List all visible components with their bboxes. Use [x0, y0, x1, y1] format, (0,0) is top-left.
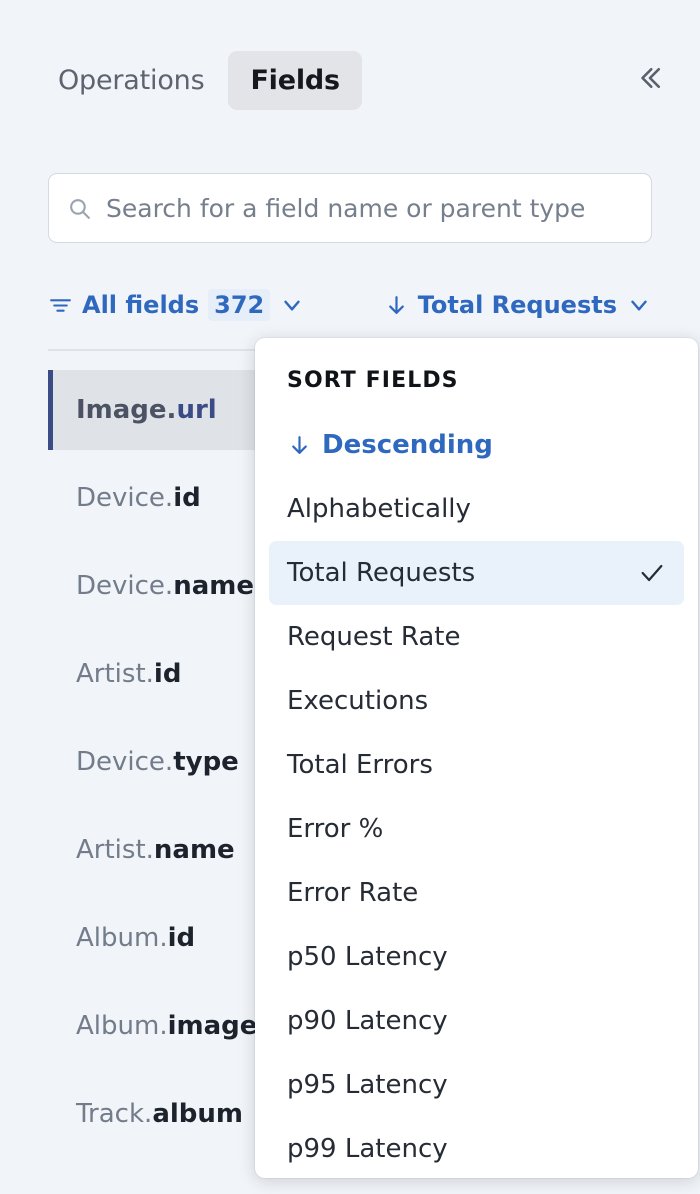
sort-menu-item-label: Alphabetically: [287, 494, 471, 524]
sort-menu-item[interactable]: p90 Latency: [269, 989, 684, 1053]
field-name: id: [167, 923, 196, 953]
sort-menu-item[interactable]: Error Rate: [269, 861, 684, 925]
tab-fields[interactable]: Fields: [228, 50, 362, 110]
field-parent-type: Track.: [76, 1099, 153, 1129]
field-name: name: [153, 835, 235, 865]
arrow-down-icon: [287, 433, 312, 458]
sort-menu-item-label: Error %: [287, 814, 384, 844]
sort-menu-item[interactable]: Descending: [269, 413, 684, 477]
sort-menu-item-label: Descending: [322, 430, 493, 460]
all-fields-filter-button[interactable]: All fields 372: [48, 289, 305, 321]
sort-menu-item[interactable]: p50 Latency: [269, 925, 684, 989]
field-parent-type: Device.: [76, 571, 174, 601]
sort-menu-items: Descending Alphabetically Total Requests Re…: [269, 413, 684, 1178]
chevron-down-icon: [279, 292, 305, 318]
chevron-down-icon: [626, 292, 652, 318]
all-fields-label: All fields: [82, 291, 200, 319]
sort-menu-item-label: Error Rate: [287, 878, 419, 908]
field-count-badge: 372: [208, 289, 271, 321]
sort-menu-item-label: p99 Latency: [287, 1134, 448, 1164]
sort-menu-item-label: Total Errors: [287, 750, 433, 780]
field-parent-type: Artist.: [76, 835, 154, 865]
field-name: id: [173, 483, 201, 513]
search-input[interactable]: [106, 193, 633, 223]
field-name: url: [176, 395, 217, 425]
field-parent-type: Device.: [76, 483, 174, 513]
arrow-down-icon: [384, 293, 409, 318]
sort-menu-item[interactable]: Executions: [269, 669, 684, 733]
field-name: type: [173, 747, 239, 777]
field-parent-type: Artist.: [76, 659, 154, 689]
sort-fields-menu: SORT FIELDS Descending Alphabetically Tota…: [255, 338, 698, 1178]
field-name: image: [167, 1011, 258, 1041]
sort-menu-item-label: p50 Latency: [287, 942, 448, 972]
sort-by-label: Total Requests: [417, 291, 617, 319]
chevron-double-left-icon: [635, 63, 665, 97]
sort-menu-item[interactable]: Request Rate: [269, 605, 684, 669]
filter-sort-bar: All fields 372 Total Requests: [48, 282, 652, 328]
sort-by-button[interactable]: Total Requests: [384, 291, 652, 319]
search-icon: [67, 196, 92, 221]
sort-menu-title: SORT FIELDS: [287, 368, 459, 393]
sort-menu-item-label: p95 Latency: [287, 1070, 448, 1100]
field-name: name: [173, 571, 254, 601]
sort-menu-item[interactable]: p99 Latency: [269, 1117, 684, 1178]
panel-header: Operations Fields: [0, 0, 700, 160]
sort-menu-item-label: Executions: [287, 686, 429, 716]
sort-menu-item-label: Total Requests: [287, 558, 476, 588]
collapse-panel-button[interactable]: [628, 58, 672, 102]
field-parent-type: Device.: [76, 747, 174, 777]
sort-menu-item[interactable]: Total Requests: [269, 541, 684, 605]
sort-menu-item[interactable]: Alphabetically: [269, 477, 684, 541]
sort-menu-item-label: Request Rate: [287, 622, 461, 652]
check-icon: [638, 559, 666, 587]
field-parent-type: Image.: [76, 395, 177, 425]
field-name: album: [152, 1099, 243, 1129]
sort-menu-item[interactable]: Total Errors: [269, 733, 684, 797]
tab-bar: Operations Fields: [48, 50, 628, 110]
filter-icon: [48, 293, 73, 318]
field-parent-type: Album.: [76, 923, 168, 953]
sort-menu-item[interactable]: Error %: [269, 797, 684, 861]
field-parent-type: Album.: [76, 1011, 168, 1041]
field-name: id: [153, 659, 182, 689]
tab-operations[interactable]: Operations: [48, 51, 214, 110]
search-box[interactable]: [48, 173, 652, 243]
sort-menu-item[interactable]: p95 Latency: [269, 1053, 684, 1117]
sort-menu-item-label: p90 Latency: [287, 1006, 448, 1036]
